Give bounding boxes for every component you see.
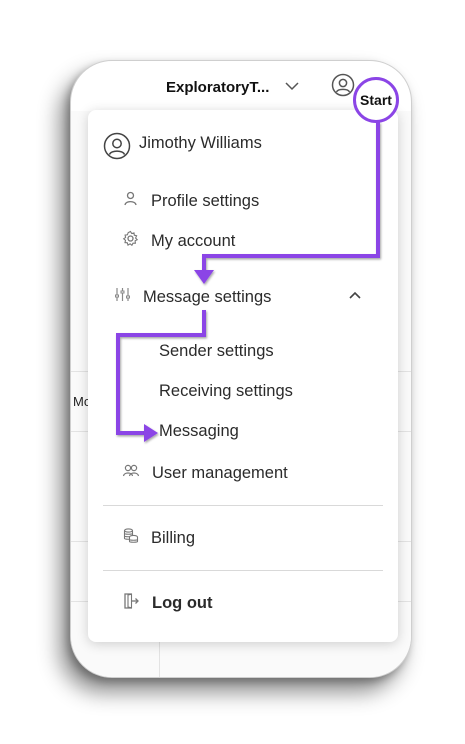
user-avatar-icon bbox=[103, 132, 131, 165]
menu-divider bbox=[103, 505, 383, 506]
menu-item-label: Messaging bbox=[159, 422, 239, 440]
menu-item-message-settings[interactable]: Message settings bbox=[114, 286, 364, 308]
menu-item-label: User management bbox=[152, 463, 288, 482]
menu-item-log-out[interactable]: Log out bbox=[122, 592, 212, 615]
workspace-name[interactable]: ExploratoryT... bbox=[166, 79, 269, 96]
menu-item-label: Message settings bbox=[143, 287, 272, 306]
menu-item-label: Sender settings bbox=[159, 342, 274, 360]
submenu-item-sender-settings[interactable]: Sender settings bbox=[159, 342, 274, 361]
user-name: Jimothy Williams bbox=[139, 134, 262, 152]
menu-user-header: Jimothy Williams bbox=[103, 132, 262, 165]
menu-item-label: Profile settings bbox=[151, 191, 260, 210]
menu-item-label: Log out bbox=[152, 594, 213, 612]
chevron-up-icon[interactable] bbox=[348, 289, 362, 308]
menu-item-billing[interactable]: Billing bbox=[122, 527, 195, 549]
submenu-item-messaging[interactable]: Messaging bbox=[159, 422, 239, 441]
menu-item-user-management[interactable]: User management bbox=[122, 462, 288, 484]
users-icon bbox=[122, 462, 140, 484]
account-dropdown-menu: Jimothy Williams Profile settings My acc… bbox=[88, 110, 398, 642]
submenu-item-receiving-settings[interactable]: Receiving settings bbox=[159, 382, 293, 401]
sliders-icon bbox=[114, 286, 131, 308]
menu-item-label: Receiving settings bbox=[159, 382, 293, 400]
gear-icon bbox=[122, 230, 139, 252]
user-avatar-icon[interactable] bbox=[331, 73, 355, 102]
logout-icon bbox=[122, 592, 140, 615]
menu-item-label: Billing bbox=[151, 528, 196, 547]
user-icon bbox=[122, 190, 139, 212]
menu-item-my-account[interactable]: My account bbox=[122, 230, 235, 252]
menu-item-label: My account bbox=[151, 231, 236, 250]
menu-divider bbox=[103, 570, 383, 571]
start-marker: Start bbox=[353, 77, 399, 123]
coins-icon bbox=[122, 527, 139, 549]
chevron-down-icon[interactable] bbox=[284, 78, 300, 99]
menu-item-profile-settings[interactable]: Profile settings bbox=[122, 190, 259, 212]
